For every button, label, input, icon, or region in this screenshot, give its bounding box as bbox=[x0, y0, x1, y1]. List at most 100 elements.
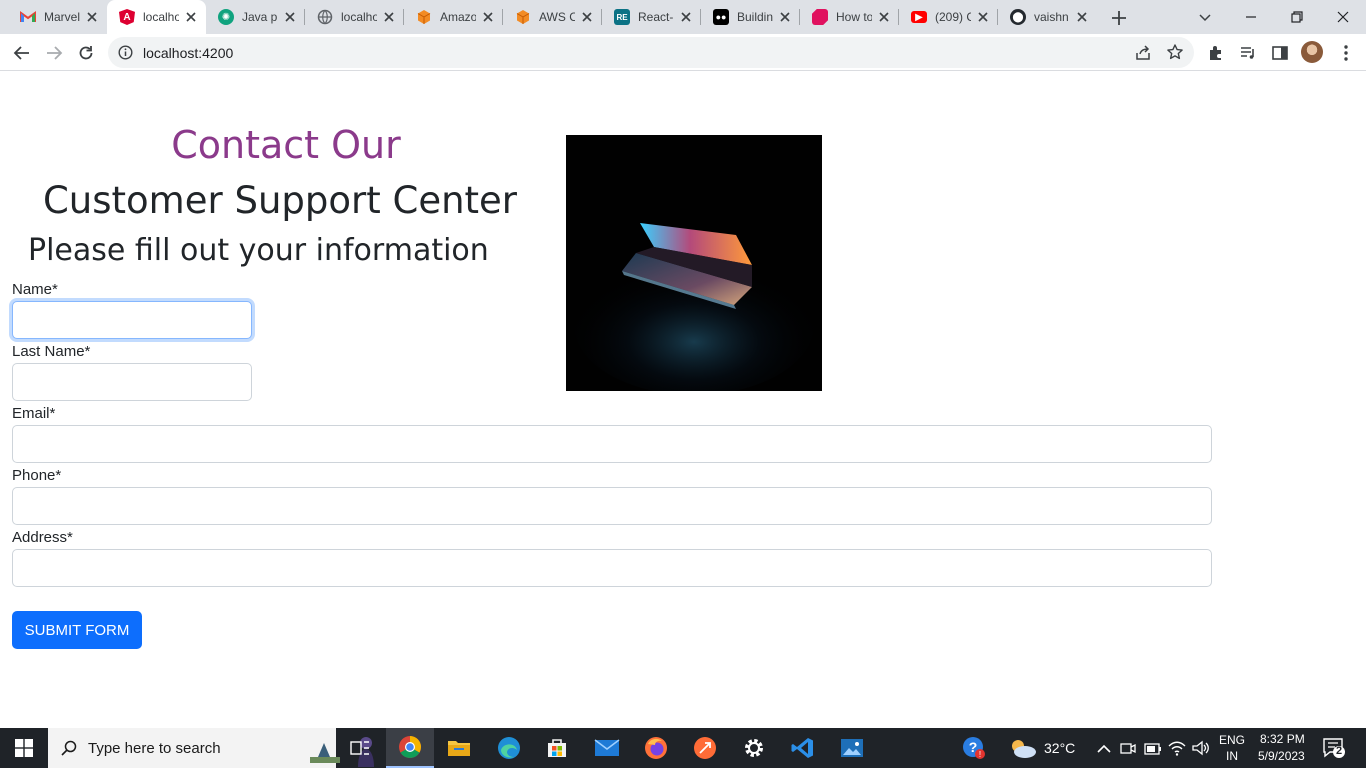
search-icon bbox=[61, 740, 77, 761]
taskbar-search-box[interactable]: Type here to search bbox=[48, 728, 374, 768]
back-icon[interactable] bbox=[10, 41, 34, 65]
clock-date[interactable]: 5/9/2023 bbox=[1258, 749, 1305, 763]
last-name-label: Last Name* bbox=[12, 343, 91, 360]
tab-building[interactable]: ●● Building bbox=[701, 0, 800, 34]
close-tab-icon[interactable] bbox=[877, 10, 891, 24]
microsoft-store-icon[interactable] bbox=[533, 728, 581, 768]
photos-icon[interactable] bbox=[828, 728, 876, 768]
page-content: Contact Our Customer Support Center Plea… bbox=[0, 71, 1366, 728]
submit-form-button[interactable]: SUBMIT FORM bbox=[12, 611, 142, 649]
search-placeholder: Type here to search bbox=[88, 740, 221, 757]
last-name-input[interactable] bbox=[12, 363, 252, 401]
tab-amazon[interactable]: Amazon bbox=[404, 0, 503, 34]
tab-strip: Marvel A localhost ✺ Java pr localhost A… bbox=[0, 0, 1366, 34]
tab-aws[interactable]: AWS C bbox=[503, 0, 602, 34]
tab-gmail[interactable]: Marvel bbox=[8, 0, 107, 34]
forward-icon[interactable] bbox=[42, 41, 66, 65]
close-window-icon[interactable] bbox=[1320, 0, 1366, 34]
tab-localhost[interactable]: localhost bbox=[305, 0, 404, 34]
notification-count-badge: 2 bbox=[1336, 745, 1343, 757]
globe-icon bbox=[317, 9, 333, 25]
notification-center-icon[interactable] bbox=[1322, 737, 1346, 764]
battery-icon[interactable] bbox=[1144, 742, 1162, 760]
heading-support-center: Customer Support Center bbox=[42, 179, 518, 222]
aws-icon bbox=[515, 9, 531, 25]
ruby-icon bbox=[812, 9, 828, 25]
vscode-icon[interactable] bbox=[779, 728, 827, 768]
close-tab-icon[interactable] bbox=[976, 10, 990, 24]
heading-fill-info: Please fill out your information bbox=[28, 233, 489, 268]
language-region[interactable]: IN bbox=[1226, 749, 1238, 763]
close-tab-icon[interactable] bbox=[382, 10, 396, 24]
close-tab-icon[interactable] bbox=[481, 10, 495, 24]
windows-taskbar: Type here to search ?! 32°C ENG IN 8:32 … bbox=[0, 728, 1366, 768]
chrome-taskbar-icon[interactable] bbox=[386, 728, 434, 768]
edge-icon[interactable] bbox=[485, 728, 533, 768]
address-bar[interactable]: localhost:4200 bbox=[108, 37, 1194, 68]
angular-icon: A bbox=[119, 9, 135, 25]
weather-cloud-icon[interactable] bbox=[1008, 738, 1038, 765]
name-label: Name* bbox=[12, 281, 58, 298]
restore-icon[interactable] bbox=[1274, 0, 1320, 34]
tab-localhost-active[interactable]: A localhost bbox=[107, 0, 206, 34]
address-input[interactable] bbox=[12, 549, 1212, 587]
chrome-menu-icon[interactable] bbox=[1334, 41, 1358, 65]
extensions-icon[interactable] bbox=[1204, 41, 1228, 65]
phone-input[interactable] bbox=[12, 487, 1212, 525]
close-tab-icon[interactable] bbox=[1075, 10, 1089, 24]
site-info-icon[interactable] bbox=[118, 45, 133, 60]
close-tab-icon[interactable] bbox=[679, 10, 693, 24]
meet-now-icon[interactable] bbox=[1120, 740, 1136, 761]
url-text: localhost:4200 bbox=[143, 45, 234, 61]
clock-time[interactable]: 8:32 PM bbox=[1260, 732, 1305, 746]
email-label: Email* bbox=[12, 405, 56, 422]
name-input[interactable] bbox=[12, 301, 252, 339]
email-input[interactable] bbox=[12, 425, 1212, 463]
profile-avatar[interactable] bbox=[1301, 41, 1323, 63]
wifi-icon[interactable] bbox=[1168, 740, 1186, 761]
chatgpt-icon: ✺ bbox=[218, 9, 234, 25]
close-tab-icon[interactable] bbox=[283, 10, 297, 24]
help-badge-icon[interactable]: ?! bbox=[950, 728, 998, 768]
tab-search-icon[interactable] bbox=[1182, 0, 1228, 34]
tab-github[interactable]: ⬤ vaishn bbox=[998, 0, 1097, 34]
side-panel-icon[interactable] bbox=[1268, 41, 1292, 65]
mail-icon[interactable] bbox=[583, 728, 631, 768]
laptop-image bbox=[566, 135, 822, 391]
settings-gear-icon[interactable] bbox=[730, 728, 778, 768]
postman-icon[interactable] bbox=[681, 728, 729, 768]
reload-icon[interactable] bbox=[74, 41, 98, 65]
volume-icon[interactable] bbox=[1192, 740, 1210, 761]
aws-icon bbox=[416, 9, 432, 25]
heading-contact: Contact Our bbox=[171, 123, 401, 167]
close-tab-icon[interactable] bbox=[580, 10, 594, 24]
file-explorer-icon[interactable] bbox=[435, 728, 483, 768]
minimize-icon[interactable] bbox=[1228, 0, 1274, 34]
youtube-icon: ▶ bbox=[911, 11, 927, 23]
github-icon: ⬤ bbox=[1010, 9, 1026, 25]
task-view-icon[interactable] bbox=[336, 728, 384, 768]
language-indicator[interactable]: ENG bbox=[1219, 733, 1245, 747]
tab-youtube[interactable]: ▶ (209) C bbox=[899, 0, 998, 34]
reading-list-icon[interactable] bbox=[1236, 41, 1260, 65]
react-icon: RE bbox=[614, 9, 630, 25]
browser-toolbar: localhost:4200 bbox=[0, 34, 1366, 71]
medium-icon: ●● bbox=[713, 9, 729, 25]
new-tab-icon[interactable] bbox=[1108, 7, 1130, 29]
tab-how-to[interactable]: How to bbox=[800, 0, 899, 34]
phone-label: Phone* bbox=[12, 467, 62, 484]
bookmark-star-icon[interactable] bbox=[1166, 43, 1184, 66]
tab-react[interactable]: RE React- bbox=[602, 0, 701, 34]
share-icon[interactable] bbox=[1134, 44, 1152, 67]
svg-text:!: ! bbox=[979, 750, 981, 759]
address-label: Address* bbox=[12, 529, 73, 546]
windows-start-icon[interactable] bbox=[0, 728, 48, 768]
firefox-icon[interactable] bbox=[632, 728, 680, 768]
gmail-icon bbox=[20, 9, 36, 25]
tab-java[interactable]: ✺ Java pr bbox=[206, 0, 305, 34]
close-tab-icon[interactable] bbox=[778, 10, 792, 24]
show-hidden-icons-chevron-icon[interactable] bbox=[1096, 741, 1112, 759]
close-tab-icon[interactable] bbox=[85, 10, 99, 24]
weather-temperature[interactable]: 32°C bbox=[1044, 740, 1075, 756]
close-tab-icon[interactable] bbox=[184, 10, 198, 24]
